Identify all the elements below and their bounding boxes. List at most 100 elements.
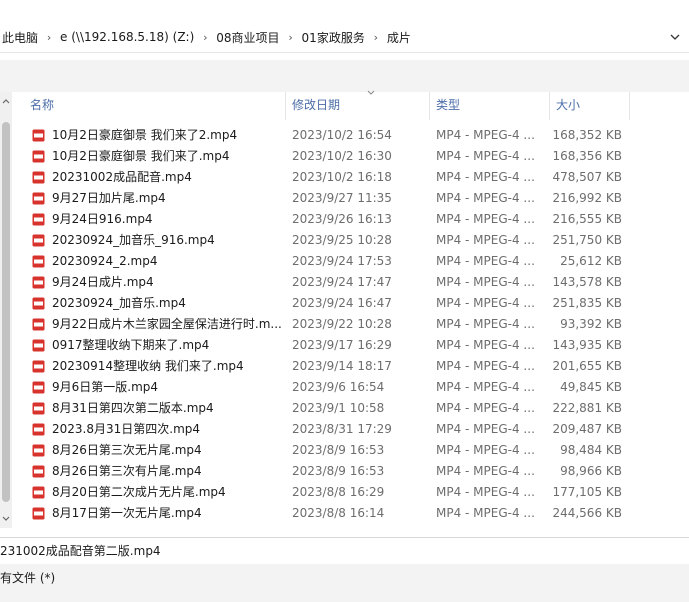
file-row[interactable]: 20230924_2.mp4 2023/9/24 17:53 MP4 - MPEG-…: [12, 251, 689, 272]
file-type: MP4 - MPEG-4 ...: [436, 380, 535, 394]
file-modified-date: 2023/9/24 16:47: [292, 296, 392, 310]
file-modified-date: 2023/8/9 16:53: [292, 464, 385, 478]
file-row[interactable]: 9月22日成片木兰家园全屋保洁进行时.m... 2023/9/22 10:28 MP…: [12, 314, 689, 335]
file-name: 10月2日豪庭御景 我们来了.mp4: [52, 149, 230, 163]
file-row[interactable]: 9月27日加片尾.mp4 2023/9/27 11:35 MP4 - MPEG-4 …: [12, 188, 689, 209]
column-header-type[interactable]: 类型: [430, 92, 550, 120]
file-row[interactable]: 20230914整理收纳 我们来了.mp4 2023/9/14 18:17 MP4 …: [12, 356, 689, 377]
scroll-down-arrow-icon[interactable]: [1, 514, 11, 524]
file-row[interactable]: 0917整理收纳下期来了.mp4 2023/9/17 16:29 MP4 - MPE…: [12, 335, 689, 356]
file-size: 222,881 KB: [552, 401, 622, 415]
file-row[interactable]: 8月26日第三次无片尾.mp4 2023/8/9 16:53 MP4 - MPEG-…: [12, 440, 689, 461]
file-type: MP4 - MPEG-4 ...: [436, 296, 535, 310]
file-size: 143,578 KB: [552, 275, 622, 289]
chevron-right-icon[interactable]: ›: [38, 31, 60, 44]
file-name: 8月31日第四次第二版本.mp4: [52, 401, 214, 415]
file-row[interactable]: 20230924_加音乐_916.mp4 2023/9/25 10:28 MP4 -…: [12, 230, 689, 251]
file-modified-date: 2023/9/17 16:29: [292, 338, 392, 352]
file-type: MP4 - MPEG-4 ...: [436, 254, 535, 268]
file-name: 8月26日第三次无片尾.mp4: [52, 443, 202, 457]
file-modified-date: 2023/9/25 10:28: [292, 233, 392, 247]
file-size: 177,105 KB: [552, 485, 622, 499]
breadcrumb-item-this-pc[interactable]: 此电脑: [2, 29, 38, 46]
column-header-size[interactable]: 大小: [550, 92, 630, 120]
file-row[interactable]: 9月24日成片.mp4 2023/9/24 17:47 MP4 - MPEG-4 .…: [12, 272, 689, 293]
file-name: 20231002成品配音.mp4: [52, 170, 192, 184]
file-name: 0917整理收纳下期来了.mp4: [52, 338, 210, 352]
vertical-scrollbar[interactable]: [0, 92, 12, 528]
file-type: MP4 - MPEG-4 ...: [436, 359, 535, 373]
file-modified-date: 2023/8/8 16:14: [292, 506, 385, 520]
file-row[interactable]: 9月24日916.mp4 2023/9/26 16:13 MP4 - MPEG-4 …: [12, 209, 689, 230]
file-modified-date: 2023/10/2 16:30: [292, 149, 392, 163]
sort-descending-icon: [367, 90, 375, 95]
breadcrumb-item-finished-videos[interactable]: 成片: [387, 29, 411, 46]
filetype-dropdown[interactable]: 有文件 (*): [0, 564, 55, 592]
chevron-right-icon[interactable]: ›: [280, 31, 302, 44]
file-name: 20230924_2.mp4: [52, 254, 158, 268]
filename-bar: [0, 537, 689, 565]
column-header-name[interactable]: 名称: [24, 92, 286, 120]
file-type: MP4 - MPEG-4 ...: [436, 422, 535, 436]
mp4-video-file-icon: [32, 402, 45, 415]
file-size: 143,935 KB: [552, 338, 622, 352]
file-row[interactable]: 10月2日豪庭御景 我们来了2.mp4 2023/10/2 16:54 MP4 - …: [12, 125, 689, 146]
filename-input[interactable]: [0, 538, 689, 564]
chevron-right-icon[interactable]: ›: [365, 31, 387, 44]
file-modified-date: 2023/9/14 18:17: [292, 359, 392, 373]
file-modified-date: 2023/9/26 16:13: [292, 212, 392, 226]
mp4-video-file-icon: [32, 486, 45, 499]
address-bar[interactable]: 此电脑 › e (\\192.168.5.18) (Z:) › 08商业项目 ›…: [0, 22, 689, 53]
file-size: 244,566 KB: [552, 506, 622, 520]
file-size: 25,612 KB: [560, 254, 622, 268]
mp4-video-file-icon: [32, 360, 45, 373]
file-modified-date: 2023/8/9 16:53: [292, 443, 385, 457]
window-top-strip: [0, 0, 689, 22]
file-size: 478,507 KB: [552, 170, 622, 184]
file-name: 2023.8月31日第四次.mp4: [52, 422, 201, 436]
file-name: 9月22日成片木兰家园全屋保洁进行时.m...: [52, 317, 282, 331]
file-modified-date: 2023/10/2 16:54: [292, 128, 392, 142]
file-row[interactable]: 20230924_加音乐.mp4 2023/9/24 16:47 MP4 - MPE…: [12, 293, 689, 314]
file-modified-date: 2023/9/27 11:35: [292, 191, 392, 205]
mp4-video-file-icon: [32, 423, 45, 436]
file-list-pane: 名称 修改日期 类型 大小 10月2日豪庭御景 我们来了2.mp4 2023/10…: [0, 90, 689, 528]
file-row[interactable]: 9月6日第一版.mp4 2023/9/6 16:54 MP4 - MPEG-4 ..…: [12, 377, 689, 398]
file-row[interactable]: 8月20日第二次成片无片尾.mp4 2023/8/8 16:29 MP4 - MPE…: [12, 482, 689, 503]
file-row[interactable]: 8月31日第四次第二版本.mp4 2023/9/1 10:58 MP4 - MPEG…: [12, 398, 689, 419]
file-name: 20230924_加音乐_916.mp4: [52, 233, 215, 247]
file-size: 201,655 KB: [552, 359, 622, 373]
file-type: MP4 - MPEG-4 ...: [436, 443, 535, 457]
mp4-video-file-icon: [32, 297, 45, 310]
file-name: 8月20日第二次成片无片尾.mp4: [52, 485, 226, 499]
file-type: MP4 - MPEG-4 ...: [436, 170, 535, 184]
file-name: 8月26日第三次有片尾.mp4: [52, 464, 202, 478]
breadcrumb-item-housekeeping[interactable]: 01家政服务: [302, 29, 365, 46]
scrollbar-thumb[interactable]: [2, 122, 10, 502]
file-row[interactable]: 10月2日豪庭御景 我们来了.mp4 2023/10/2 16:30 MP4 - M…: [12, 146, 689, 167]
file-type: MP4 - MPEG-4 ...: [436, 464, 535, 478]
breadcrumb-item-commercial-projects[interactable]: 08商业项目: [216, 29, 279, 46]
file-modified-date: 2023/10/2 16:18: [292, 170, 392, 184]
file-row[interactable]: 8月17日第一次无片尾.mp4 2023/8/8 16:14 MP4 - MPEG-…: [12, 503, 689, 524]
scroll-up-arrow-icon[interactable]: [1, 96, 11, 106]
breadcrumb-item-drive[interactable]: e (\\192.168.5.18) (Z:): [60, 30, 194, 44]
file-list: 10月2日豪庭御景 我们来了2.mp4 2023/10/2 16:54 MP4 - …: [12, 125, 689, 524]
file-name: 9月24日成片.mp4: [52, 275, 154, 289]
file-row[interactable]: 20231002成品配音.mp4 2023/10/2 16:18 MP4 - MPE…: [12, 167, 689, 188]
bottom-strip: [0, 592, 689, 602]
chevron-down-icon[interactable]: [669, 31, 681, 43]
column-header-date[interactable]: 修改日期: [286, 92, 430, 120]
chevron-right-icon[interactable]: ›: [194, 31, 216, 44]
file-row[interactable]: 8月26日第三次有片尾.mp4 2023/8/9 16:53 MP4 - MPEG-…: [12, 461, 689, 482]
file-type: MP4 - MPEG-4 ...: [436, 212, 535, 226]
mp4-video-file-icon: [32, 192, 45, 205]
mp4-video-file-icon: [32, 444, 45, 457]
file-row[interactable]: 2023.8月31日第四次.mp4 2023/8/31 17:29 MP4 - MP…: [12, 419, 689, 440]
mp4-video-file-icon: [32, 507, 45, 520]
file-size: 168,356 KB: [552, 149, 622, 163]
file-size: 168,352 KB: [552, 128, 622, 142]
file-size: 216,992 KB: [552, 191, 622, 205]
mp4-video-file-icon: [32, 129, 45, 142]
mp4-video-file-icon: [32, 171, 45, 184]
